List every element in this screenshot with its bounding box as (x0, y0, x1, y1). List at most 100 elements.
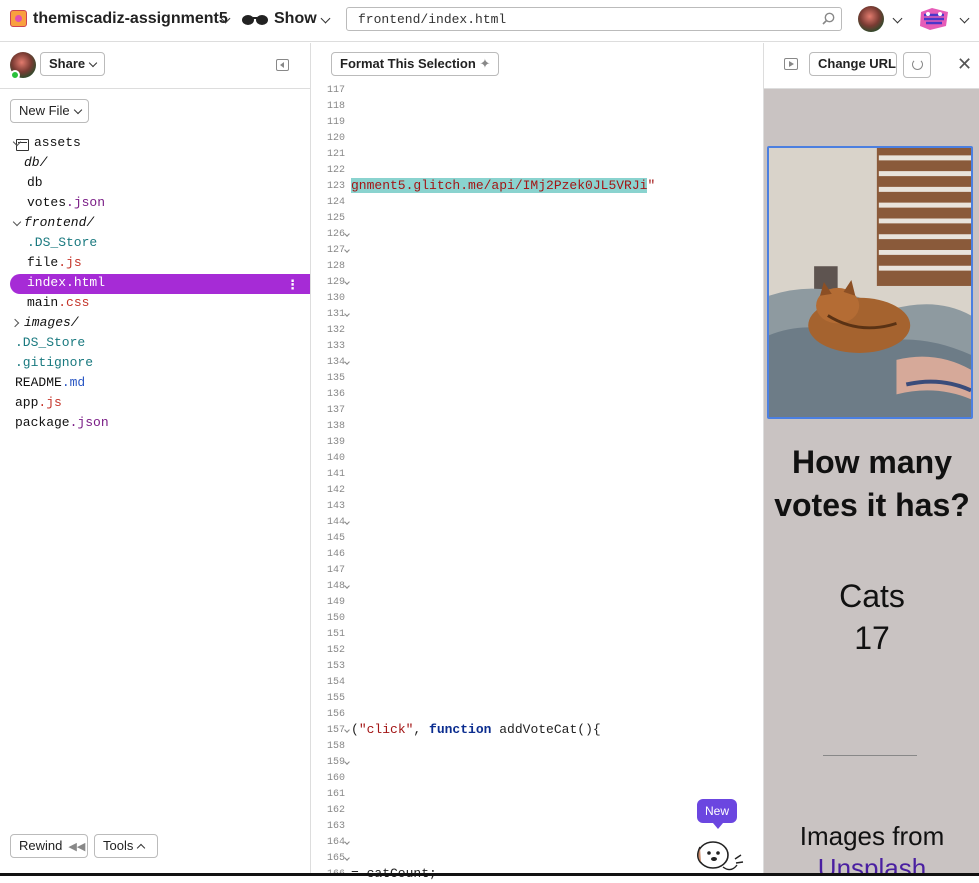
fold-chevron-icon[interactable] (344, 311, 350, 317)
code-line-123[interactable]: gnment5.glitch.me/api/IMj2Pzek0JL5VRJi" (351, 178, 655, 194)
share-button[interactable]: Share (40, 52, 105, 76)
line-number: 164 (311, 835, 351, 851)
tools-button[interactable]: Tools (94, 834, 158, 858)
folder-images[interactable]: images/ (24, 313, 79, 333)
file-item-assets[interactable]: assets (34, 133, 81, 153)
user-avatar[interactable] (858, 6, 884, 32)
collapse-sidebar-icon[interactable] (276, 59, 289, 71)
line-number: 133 (327, 341, 346, 352)
folder-name: db/ (24, 155, 48, 170)
line-number: 129 (311, 275, 351, 291)
format-selection-button[interactable]: Format This Selection ✦ (331, 52, 499, 76)
code-keyword: function (429, 722, 492, 737)
line-number: 125 (327, 213, 346, 224)
fold-chevron-icon[interactable] (344, 359, 350, 365)
project-icon[interactable] (10, 10, 27, 27)
file-item-main-css[interactable]: main.css (27, 293, 89, 313)
line-number: 142 (327, 485, 346, 496)
file-item-ds-store[interactable]: .DS_Store (27, 233, 97, 253)
file-name: file (27, 255, 59, 270)
line-number: 146 (327, 549, 346, 560)
image-credit: Images from (799, 821, 945, 851)
show-button[interactable]: Show (274, 10, 317, 28)
chevron-down-icon[interactable] (320, 13, 331, 24)
folder-expanded-icon[interactable] (12, 217, 22, 227)
code-token: , (413, 722, 430, 737)
glitch-mascot-icon[interactable] (691, 829, 745, 876)
code-editor[interactable]: Format This Selection ✦ 117 118 119 120 121 1… (311, 43, 763, 881)
line-number: 122 (327, 165, 346, 176)
fold-chevron-icon[interactable] (344, 231, 350, 237)
file-ext: .json (66, 195, 106, 210)
online-indicator (10, 70, 20, 80)
line-number: 144 (311, 515, 351, 531)
line-number: 136 (327, 389, 346, 400)
fold-chevron-icon[interactable] (344, 839, 350, 845)
line-number: 163 (327, 821, 346, 832)
line-number: 150 (327, 613, 346, 624)
sunglasses-icon[interactable] (241, 12, 269, 26)
divider (823, 755, 917, 756)
fold-chevron-icon[interactable] (344, 855, 350, 861)
fold-chevron-icon[interactable] (344, 583, 350, 589)
file-item-index-html[interactable]: index.html (27, 273, 105, 293)
folder-name: frontend/ (24, 215, 95, 230)
chevron-down-icon[interactable] (892, 13, 903, 24)
rewind-button[interactable]: Rewind ◀◀ (10, 834, 88, 858)
line-number: 152 (327, 645, 346, 656)
file-item-app-js[interactable]: app.js (15, 393, 62, 413)
reload-icon[interactable] (903, 52, 931, 78)
file-ext: .html (66, 275, 106, 290)
chevron-down-icon[interactable] (959, 13, 970, 24)
file-name: votes (27, 195, 67, 210)
votes-heading: How many votes it has? (774, 444, 970, 523)
sidebar-header: Share (0, 43, 310, 89)
line-number: 118 (327, 101, 346, 112)
top-bar: themiscadiz-assignment5 Show frontend/in… (0, 0, 979, 42)
line-number: 160 (327, 773, 346, 784)
open-preview-icon[interactable] (784, 58, 798, 70)
fold-chevron-icon[interactable] (344, 519, 350, 525)
file-item-package-json[interactable]: package.json (15, 413, 109, 433)
file-search-input[interactable]: frontend/index.html (346, 7, 842, 31)
code-line-157[interactable]: ("click", function addVoteCat(){ (351, 722, 601, 738)
fold-chevron-icon[interactable] (344, 759, 350, 765)
fold-chevron-icon[interactable] (344, 727, 350, 733)
file-item-db[interactable]: db (27, 173, 43, 193)
file-item-gitignore[interactable]: .gitignore (15, 353, 93, 373)
folder-db[interactable]: db/ (24, 153, 47, 173)
line-number: 119 (327, 117, 346, 128)
file-name: assets (34, 135, 81, 150)
line-number: 165 (311, 851, 351, 867)
file-ext: .css (58, 295, 90, 310)
chevron-down-icon (73, 105, 82, 115)
file-item-file-js[interactable]: file.js (27, 253, 82, 273)
string-quote: " (647, 178, 656, 193)
line-number: 149 (327, 597, 346, 608)
line-number-gutter: 117 118 119 120 121 122 123 124 125 126 127 128 129 1… (311, 85, 351, 880)
file-name: .DS_Store (27, 235, 98, 250)
rewind-icon: ◀◀ (68, 841, 86, 853)
fold-chevron-icon[interactable] (344, 247, 350, 253)
folder-frontend[interactable]: frontend/ (24, 213, 94, 233)
line-number: 138 (327, 421, 346, 432)
fold-chevron-icon[interactable] (344, 279, 350, 285)
new-badge[interactable]: New (697, 799, 737, 829)
file-item-votes[interactable]: votes.json (27, 193, 105, 213)
new-file-button[interactable]: New File (10, 99, 89, 123)
file-item-ds-store-root[interactable]: .DS_Store (15, 333, 85, 353)
file-item-readme[interactable]: README.md (15, 373, 85, 393)
line-number: 153 (327, 661, 346, 672)
search-icon[interactable] (822, 12, 835, 25)
cat-image[interactable] (767, 146, 973, 419)
change-url-button[interactable]: Change URL (809, 52, 897, 76)
file-options-icon[interactable]: ⋮ (286, 277, 299, 293)
line-number: 139 (327, 437, 346, 448)
glitch-logo-icon[interactable] (918, 6, 950, 32)
project-name[interactable]: themiscadiz-assignment5 (33, 10, 228, 28)
file-sidebar: Share New File assets db/ db votes.json … (0, 43, 311, 876)
folder-collapsed-icon[interactable] (10, 318, 20, 328)
line-number: 151 (327, 629, 346, 640)
close-icon[interactable]: ✕ (957, 54, 972, 75)
line-number: 137 (327, 405, 346, 416)
